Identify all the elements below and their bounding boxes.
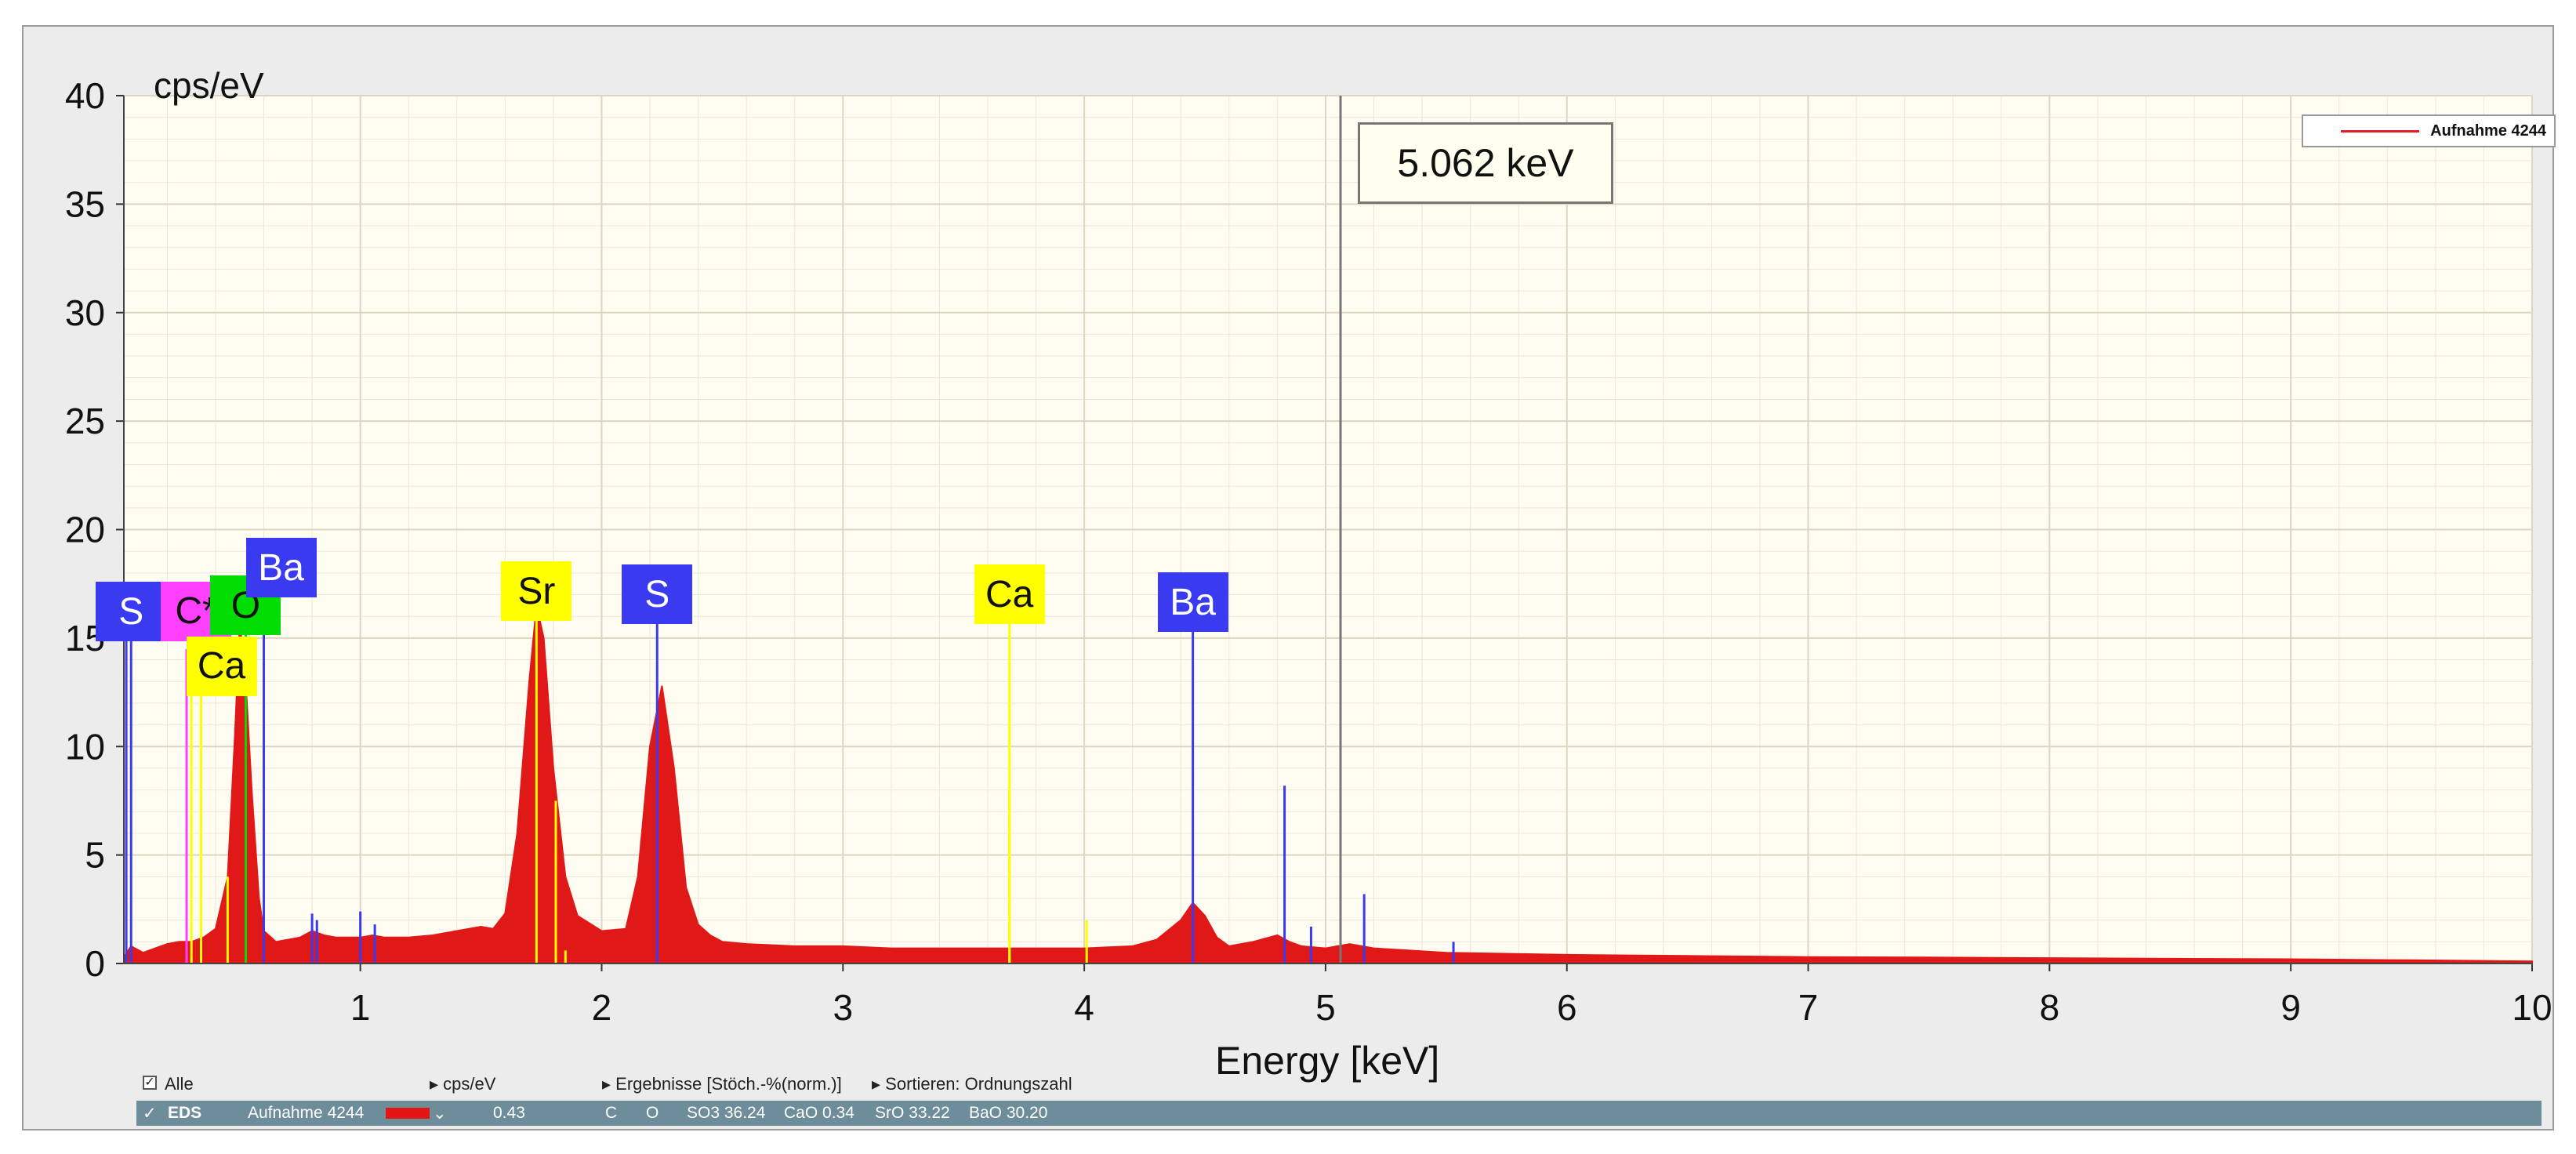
x-tick-label: 10: [2512, 987, 2552, 1028]
sort-dropdown[interactable]: ▸ Sortieren: Ordnungszahl: [872, 1074, 1072, 1094]
unit-dropdown[interactable]: ▸ cps/eV: [430, 1074, 495, 1094]
status-type: EDS: [168, 1104, 202, 1122]
x-tick-label: 3: [833, 987, 853, 1028]
legend-swatch: [2341, 129, 2420, 132]
x-tick-label: 5: [1315, 987, 1336, 1028]
spectrum-chart: 05101520253035401 2 3 4 5 6 7 8 9 10: [65, 75, 2552, 1028]
y-tick-label: 25: [65, 401, 105, 441]
x-tick-label: 9: [2280, 987, 2301, 1028]
unit-label: cps/eV: [443, 1074, 496, 1094]
x-tick-label: 7: [1798, 987, 1819, 1028]
controls-row: ✓ Alle ▸ cps/eV ▸ Ergebnisse [Stöch.-%(n…: [143, 1071, 2534, 1099]
y-tick-label: 30: [65, 292, 105, 333]
y-tick-label: 10: [65, 726, 105, 767]
element-label-ba[interactable]: Ba: [1157, 572, 1228, 633]
status-sro: SrO 33.22: [875, 1104, 950, 1122]
x-tick-label: 6: [1557, 987, 1577, 1028]
all-checkbox[interactable]: ✓: [143, 1076, 157, 1090]
x-tick-label: 2: [592, 987, 612, 1028]
element-label-s[interactable]: S: [622, 564, 693, 625]
y-tick-label: 5: [85, 835, 105, 876]
cursor-energy-readout: 5.062 keV: [1358, 122, 1613, 204]
y-tick-label: 0: [85, 943, 105, 984]
status-name: Aufnahme 4244: [248, 1104, 365, 1122]
status-value: 0.43: [493, 1104, 525, 1122]
status-element-o: O: [646, 1104, 659, 1122]
status-color-swatch[interactable]: [386, 1108, 430, 1119]
status-cao: CaO 0.34: [784, 1104, 854, 1122]
element-label-ba[interactable]: Ba: [245, 538, 317, 598]
element-label-sr[interactable]: Sr: [501, 561, 572, 622]
check-icon: ✓: [143, 1105, 157, 1123]
y-tick-label: 20: [65, 510, 105, 550]
y-tick-label: 40: [65, 75, 105, 116]
element-label-s[interactable]: S: [96, 582, 167, 642]
spectrum-status-row[interactable]: ✓ EDS Aufnahme 4244 ⌄ 0.43 C O SO3 36.24…: [136, 1101, 2542, 1126]
status-so3: SO3 36.24: [687, 1104, 766, 1122]
y-axis-label: cps/eV: [154, 65, 264, 106]
x-tick-label: 8: [2040, 987, 2060, 1028]
results-dropdown[interactable]: ▸ Ergebnisse [Stöch.-%(norm.)]: [602, 1074, 842, 1094]
status-bao: BaO 30.20: [969, 1104, 1048, 1122]
chevron-down-icon[interactable]: ⌄: [433, 1104, 447, 1123]
element-label-ca[interactable]: Ca: [974, 564, 1045, 625]
sort-label: Sortieren: Ordnungszahl: [885, 1074, 1072, 1094]
element-label-ca[interactable]: Ca: [186, 636, 257, 696]
x-tick-label: 4: [1074, 987, 1094, 1028]
x-tick-label: 1: [350, 987, 371, 1028]
all-label: Alle: [165, 1074, 194, 1094]
legend[interactable]: Aufnahme 4244: [2302, 114, 2556, 147]
y-tick-label: 35: [65, 183, 105, 224]
results-label: Ergebnisse [Stöch.-%(norm.)]: [615, 1074, 842, 1094]
legend-entry: Aufnahme 4244: [2430, 122, 2546, 140]
status-element-c: C: [605, 1104, 618, 1122]
chart-window: 0 5 10 15 20 25 30 35 40 1 2 3 4 5 6 7 8 9 10 cps/eV 5.062…: [22, 25, 2556, 1130]
